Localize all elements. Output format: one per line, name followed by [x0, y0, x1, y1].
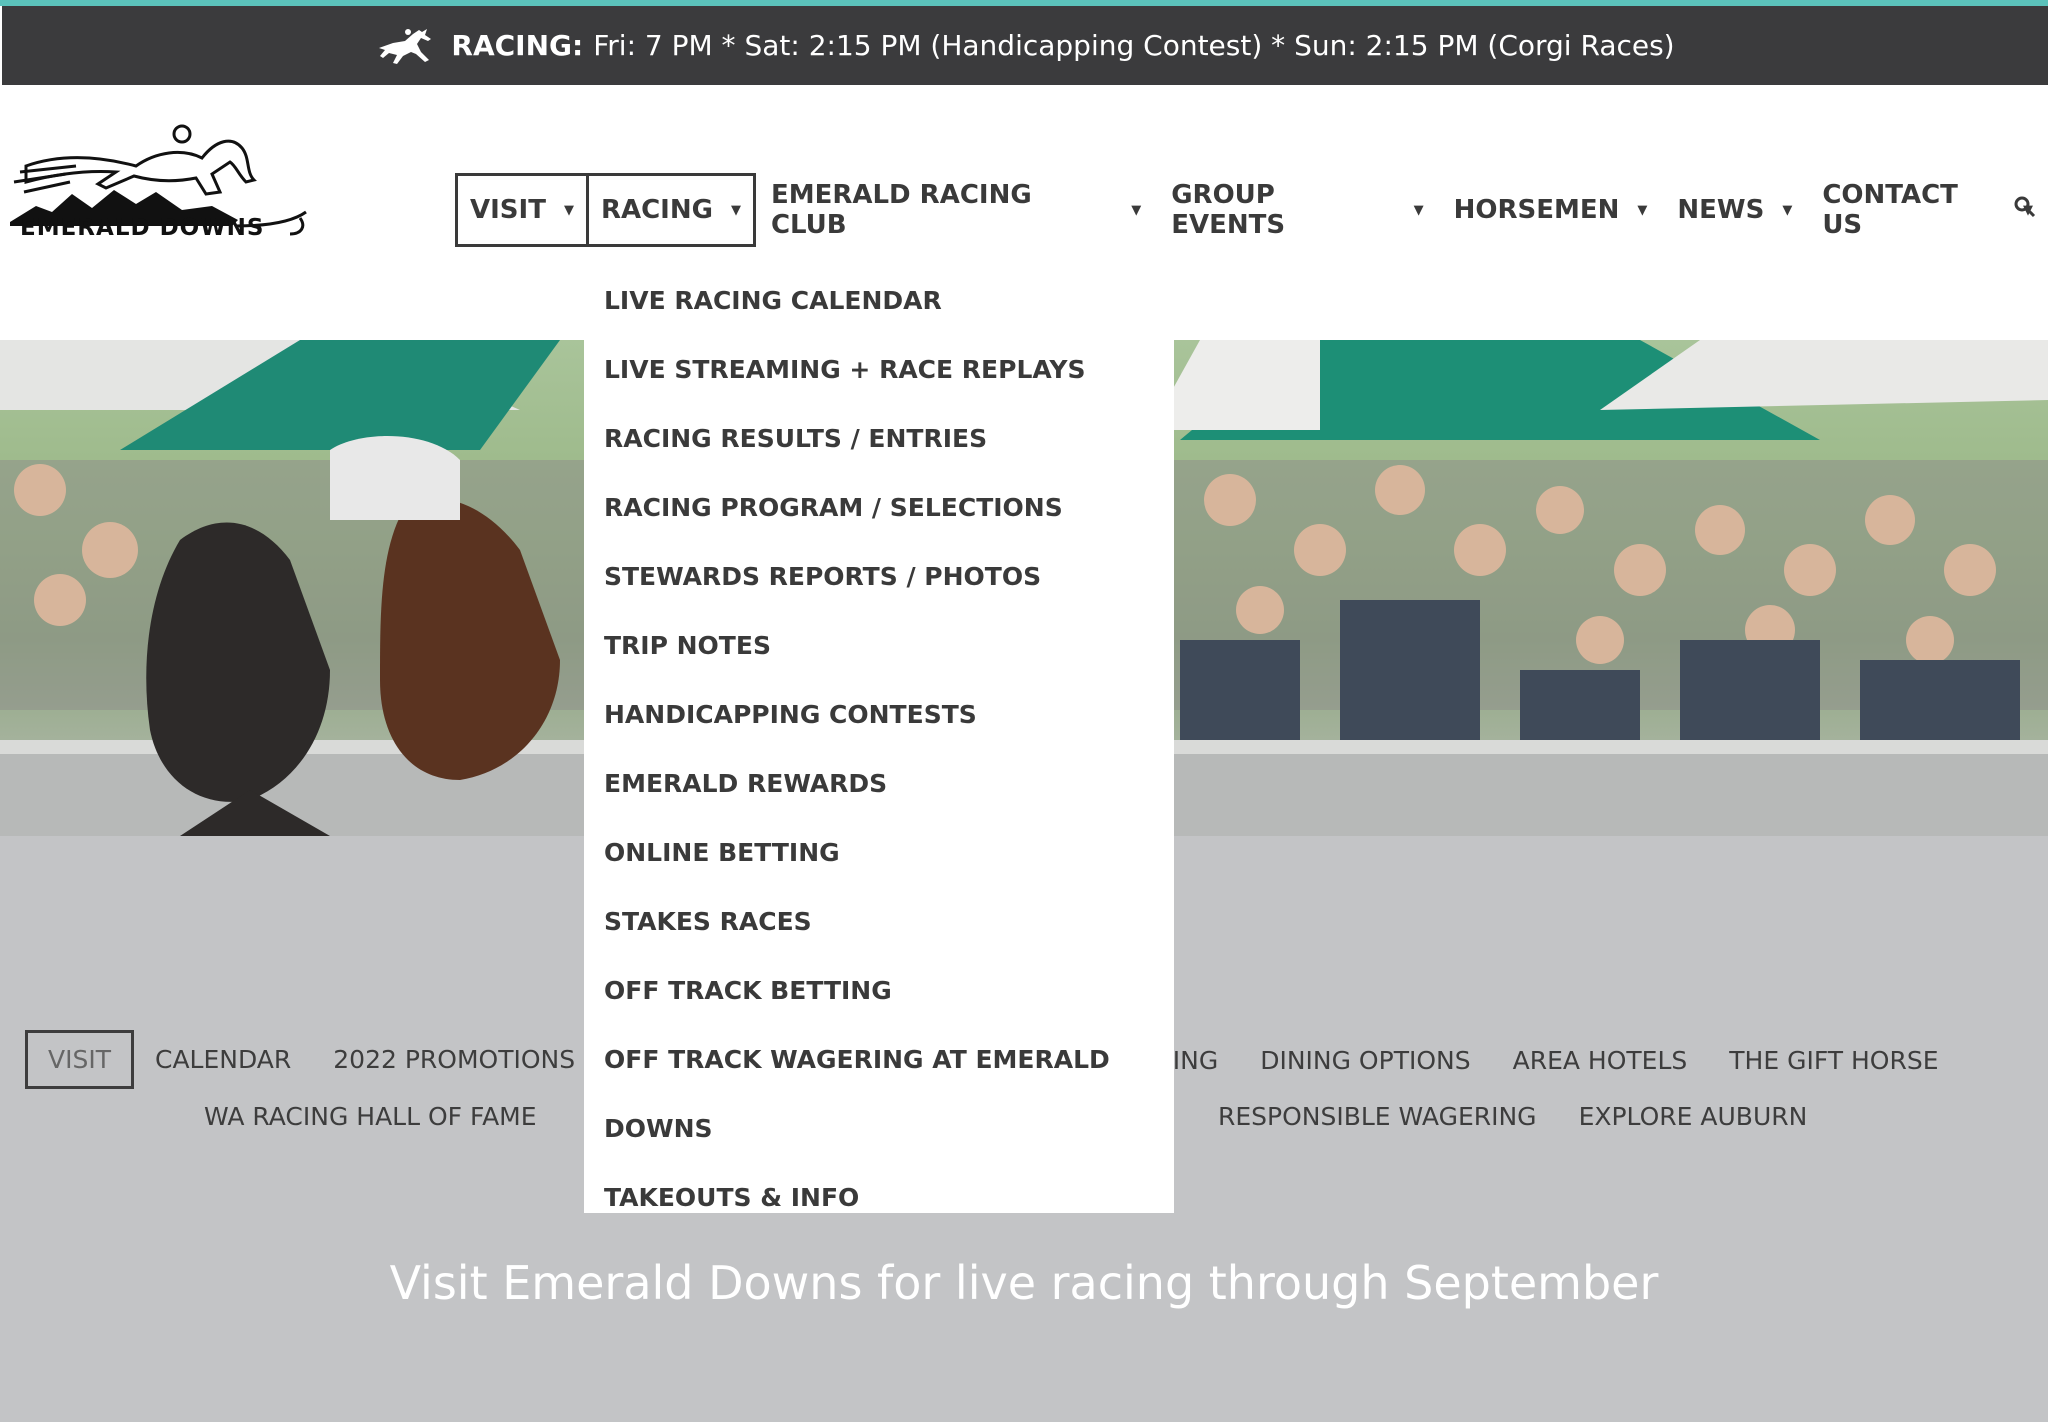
subnav-row-1-right: RKING DINING OPTIONS AREA HOTELS THE GIF… — [1118, 1030, 1960, 1090]
subnav-calendar[interactable]: CALENDAR — [134, 1045, 312, 1074]
menu-item-results-entries[interactable]: RACING RESULTS / ENTRIES — [584, 404, 1174, 473]
nav-contact-us-label: CONTACT US — [1822, 180, 1958, 240]
nav-news-label: NEWS — [1677, 195, 1765, 225]
announcement-bar: RACING: Fri: 7 PM * Sat: 2:15 PM (Handic… — [2, 6, 2048, 85]
caret-down-icon: ▼ — [1413, 202, 1424, 218]
menu-item-emerald-rewards[interactable]: EMERALD REWARDS — [584, 749, 1174, 818]
nav-racing-label: RACING — [600, 195, 713, 225]
menu-item-trip-notes[interactable]: TRIP NOTES — [584, 611, 1174, 680]
hero-tagline: Visit Emerald Downs for live racing thro… — [389, 1256, 1659, 1310]
caret-down-icon: ▼ — [730, 202, 741, 218]
menu-item-otw-emerald[interactable]: OFF TRACK WAGERING AT EMERALD — [584, 1025, 1174, 1094]
subnav-promotions[interactable]: 2022 PROMOTIONS — [312, 1045, 596, 1074]
subnav-dining-options[interactable]: DINING OPTIONS — [1239, 1046, 1491, 1075]
main-navigation: VISIT ▼ RACING ▼ EMERALD RACING CLUB ▼ G… — [455, 171, 2048, 249]
nav-horsemen[interactable]: HORSEMEN ▼ — [1439, 173, 1663, 247]
racehorse-icon — [379, 28, 432, 64]
menu-item-otw-emerald-downs[interactable]: DOWNS — [584, 1094, 1174, 1163]
subnav-row-1: VISIT CALENDAR 2022 PROMOTIONS — [25, 1030, 596, 1089]
logo-text: EMERALD DOWNS — [20, 215, 265, 241]
subnav-row-2: WA RACING HALL OF FAME — [183, 1102, 558, 1131]
subnav-hall-of-fame[interactable]: WA RACING HALL OF FAME — [183, 1102, 558, 1131]
subnav-gift-horse[interactable]: THE GIFT HORSE — [1708, 1046, 1959, 1075]
nav-news[interactable]: NEWS ▼ — [1662, 173, 1807, 247]
nav-erc-label: EMERALD RACING CLUB — [770, 180, 1032, 240]
menu-item-online-betting[interactable]: ONLINE BETTING — [584, 818, 1174, 887]
nav-emerald-racing-club[interactable]: EMERALD RACING CLUB ▼ — [756, 173, 1156, 247]
announcement-message: Fri: 7 PM * Sat: 2:15 PM (Handicapping C… — [593, 29, 1675, 62]
caret-down-icon: ▼ — [1131, 202, 1142, 218]
nav-racing[interactable]: RACING ▼ — [585, 173, 756, 247]
nav-contact-us[interactable]: CONTACT US ▼ — [1807, 173, 2048, 247]
menu-item-stewards-reports[interactable]: STEWARDS REPORTS / PHOTOS — [584, 542, 1174, 611]
menu-item-live-streaming[interactable]: LIVE STREAMING + RACE REPLAYS — [584, 335, 1174, 404]
nav-group-events-label: GROUP EVENTS — [1171, 180, 1286, 240]
menu-item-takeouts-info[interactable]: TAKEOUTS & INFO — [584, 1163, 1174, 1232]
caret-down-icon: ▼ — [1782, 202, 1793, 218]
caret-down-icon: ▼ — [1637, 202, 1648, 218]
nav-visit-label: VISIT — [470, 195, 546, 225]
menu-item-off-track-betting[interactable]: OFF TRACK BETTING — [584, 956, 1174, 1025]
nav-visit[interactable]: VISIT ▼ — [455, 173, 589, 247]
search-icon[interactable] — [2014, 196, 2036, 218]
menu-item-live-racing-calendar[interactable]: LIVE RACING CALENDAR — [584, 266, 1174, 335]
nav-group-events[interactable]: GROUP EVENTS ▼ — [1156, 173, 1438, 247]
subnav-responsible-wagering[interactable]: RESPONSIBLE WAGERING — [1197, 1102, 1558, 1131]
menu-item-program-selections[interactable]: RACING PROGRAM / SELECTIONS — [584, 473, 1174, 542]
menu-item-stakes-races[interactable]: STAKES RACES — [584, 887, 1174, 956]
subnav-row-2-right: RESPONSIBLE WAGERING EXPLORE AUBURN — [1197, 1102, 1828, 1131]
subnav-area-hotels[interactable]: AREA HOTELS — [1492, 1046, 1709, 1075]
nav-horsemen-label: HORSEMEN — [1453, 195, 1620, 225]
racing-dropdown-menu: LIVE RACING CALENDAR LIVE STREAMING + RA… — [584, 250, 1174, 1213]
subnav-visit[interactable]: VISIT — [25, 1030, 134, 1089]
caret-down-icon: ▼ — [563, 202, 574, 218]
subnav-explore-auburn[interactable]: EXPLORE AUBURN — [1558, 1102, 1829, 1131]
announcement-label: RACING: — [451, 29, 584, 62]
menu-item-handicapping-contests[interactable]: HANDICAPPING CONTESTS — [584, 680, 1174, 749]
